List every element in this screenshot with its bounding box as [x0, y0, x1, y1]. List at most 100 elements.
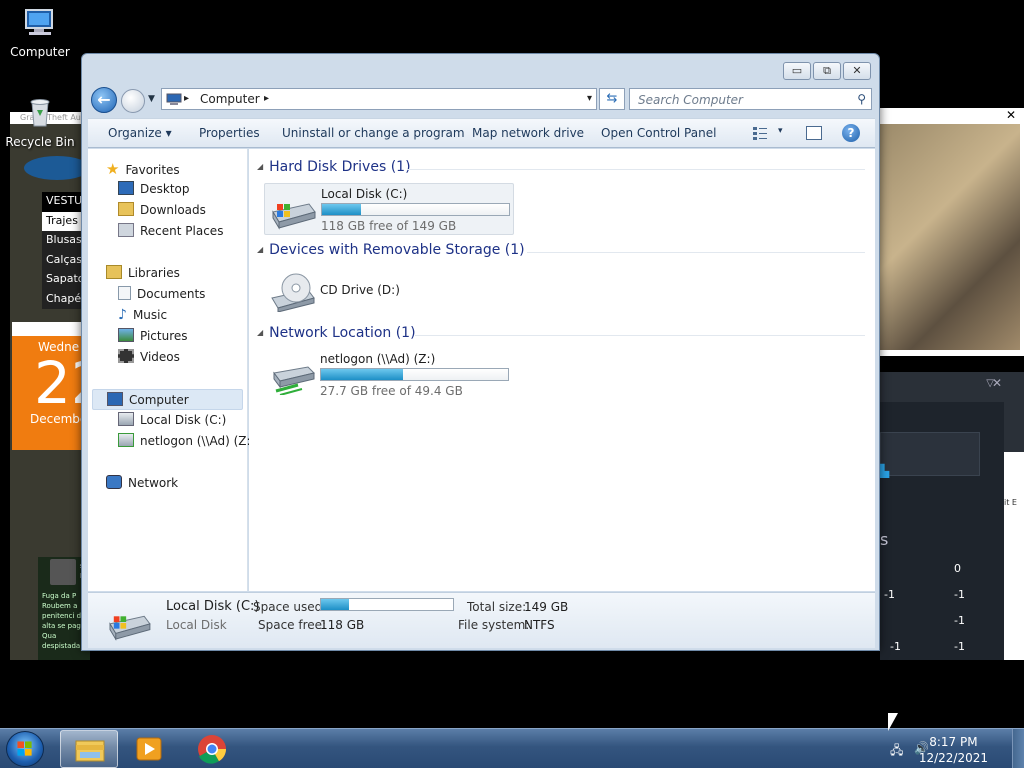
uninstall-program-button[interactable]: Uninstall or change a program [282, 126, 465, 140]
collapse-triangle-icon[interactable]: ◢ [257, 328, 263, 337]
nav-videos[interactable]: Videos [118, 349, 180, 364]
navigation-bar: ← ▼ ▸ Computer ▸ ▾ ⇆ Search Computer ⚲ [90, 86, 874, 114]
breadcrumb-separator[interactable]: ▸ [264, 93, 269, 104]
network-drive-icon [118, 433, 134, 447]
avatar [50, 559, 76, 585]
background-photo-window[interactable]: ✕ [880, 108, 1024, 356]
search-input[interactable]: Search Computer ⚲ [629, 88, 872, 110]
panel-letter: s [880, 530, 889, 549]
open-control-panel-button[interactable]: Open Control Panel [601, 126, 716, 140]
nav-local-disk[interactable]: Local Disk (C:) [118, 412, 226, 427]
properties-button[interactable]: Properties [199, 126, 260, 140]
details-pane: Local Disk (C:) Local Disk Space used: S… [88, 592, 875, 648]
nav-libraries[interactable]: Libraries [106, 265, 180, 280]
cd-drive-icon [271, 273, 315, 312]
refresh-button[interactable]: ⇆ [599, 88, 625, 110]
nav-pictures[interactable]: Pictures [118, 328, 188, 343]
nav-documents[interactable]: Documents [118, 286, 205, 301]
search-icon[interactable]: ⚲ [857, 92, 866, 106]
nav-downloads[interactable]: Downloads [118, 202, 206, 217]
nav-label: Network [128, 476, 179, 490]
nav-label: Desktop [140, 182, 190, 196]
calendar-month: Decembe [30, 412, 88, 426]
calendar-widget: Wedne 22 Decembe [12, 322, 90, 450]
taskbar-chrome[interactable] [183, 730, 241, 768]
group-title: Devices with Removable Storage (1) [269, 242, 525, 258]
back-button[interactable]: ← [91, 87, 117, 113]
desktop-icon-recycle-bin[interactable]: Recycle Bin [0, 98, 80, 149]
desktop-icon-computer[interactable]: Computer [0, 8, 80, 59]
breadcrumb-separator[interactable]: ▸ [184, 93, 189, 104]
drive-usage-fill [321, 369, 404, 380]
address-bar[interactable]: ▸ Computer ▸ ▾ [161, 88, 597, 110]
drive-usage-bar [320, 368, 509, 381]
explorer-window[interactable]: ▭ ⧉ ✕ ← ▼ ▸ Computer ▸ ▾ ⇆ Search Comput… [81, 53, 880, 651]
windows-explorer-icon [75, 740, 105, 762]
group-divider [527, 252, 865, 253]
panel-value: -1 [890, 640, 901, 653]
taskbar-windows-explorer[interactable] [60, 730, 118, 768]
command-bar: Organize ▾ Properties Uninstall or chang… [88, 118, 875, 148]
drive-name: CD Drive (D:) [320, 283, 400, 297]
star-icon: ★ [106, 160, 120, 178]
nav-label: Libraries [128, 266, 180, 280]
taskbar-media-player[interactable] [120, 730, 178, 768]
map-network-drive-button[interactable]: Map network drive [472, 126, 584, 140]
nav-label: Music [132, 308, 168, 322]
nav-label: Downloads [140, 203, 206, 217]
group-hard-disk-drives[interactable]: ◢ Hard Disk Drives (1) [257, 159, 865, 175]
group-divider [407, 169, 865, 170]
nav-label: Documents [137, 287, 206, 301]
collapse-triangle-icon[interactable]: ◢ [257, 162, 263, 171]
preview-pane-icon[interactable] [806, 126, 822, 140]
drive-free-space: 27.7 GB free of 49.4 GB [320, 384, 463, 398]
nav-favorites[interactable]: ★ Favorites [106, 160, 180, 178]
panel-value: -1 [954, 640, 965, 653]
drive-local-disk-c[interactable]: Local Disk (C:) 118 GB free of 149 GB [264, 183, 514, 235]
forward-button[interactable] [121, 89, 145, 113]
organize-button[interactable]: Organize ▾ [108, 126, 172, 140]
start-button[interactable] [6, 731, 44, 767]
nav-netlogon[interactable]: netlogon (\\Ad) (Z:) [118, 433, 255, 448]
nav-network[interactable]: Network [106, 475, 178, 490]
address-dropdown[interactable]: ▾ [587, 93, 592, 104]
nav-recent-places[interactable]: Recent Places [118, 223, 223, 238]
close-icon[interactable]: ✕ [992, 376, 1002, 390]
background-game-window[interactable]: Grand Theft Auto VESTUÁ Trajes Blusas Ca… [10, 112, 90, 660]
panel-content: ▙ s 0 -1 -1 -1 -1 -1 [880, 402, 1004, 660]
close-icon[interactable]: ✕ [1006, 108, 1016, 122]
nav-computer[interactable]: Computer [92, 389, 243, 410]
file-system-value: NTFS [524, 618, 555, 632]
recent-pages-dropdown[interactable]: ▼ [148, 94, 155, 104]
desktop-icon-label: Computer [10, 45, 70, 59]
collapse-triangle-icon[interactable]: ◢ [257, 245, 263, 254]
videos-icon [118, 349, 134, 363]
drive-cd-d[interactable]: CD Drive (D:) [264, 266, 514, 318]
nav-music[interactable]: ♪ Music [118, 307, 168, 323]
minimize-button[interactable]: ▭ [783, 62, 811, 80]
network-tray-icon[interactable]: 🖧 [890, 741, 903, 762]
drive-netlogon-z[interactable]: netlogon (\\Ad) (Z:) 27.7 GB free of 49.… [264, 349, 514, 401]
group-title: Network Location (1) [269, 325, 416, 341]
panel-value: -1 [954, 614, 965, 627]
calendar-day: 22 [34, 349, 90, 417]
show-desktop-button[interactable] [1012, 729, 1024, 768]
group-removable-storage[interactable]: ◢ Devices with Removable Storage (1) [257, 242, 865, 258]
help-button[interactable]: ? [842, 124, 860, 142]
nav-desktop[interactable]: Desktop [118, 181, 190, 196]
change-view-icon[interactable] [752, 126, 768, 140]
computer-icon [107, 392, 123, 406]
hard-disk-icon [109, 615, 151, 641]
view-options-dropdown[interactable]: ▾ [778, 126, 783, 136]
drive-name: netlogon (\\Ad) (Z:) [320, 352, 436, 366]
chrome-icon [198, 735, 226, 764]
close-button[interactable]: ✕ [843, 62, 871, 80]
total-size-label: Total size: [467, 600, 527, 614]
group-network-location[interactable]: ◢ Network Location (1) [257, 325, 865, 341]
system-clock[interactable]: 8:17 PM 12/22/2021 [919, 734, 988, 766]
hard-disk-icon [272, 203, 316, 230]
desktop-icon-label: Recycle Bin [5, 135, 75, 149]
breadcrumb-computer[interactable]: Computer [200, 92, 260, 106]
maximize-button[interactable]: ⧉ [813, 62, 841, 80]
background-panel-window[interactable]: ▽ ✕ ▙ s 0 -1 -1 -1 -1 -1 it E [880, 372, 1024, 660]
